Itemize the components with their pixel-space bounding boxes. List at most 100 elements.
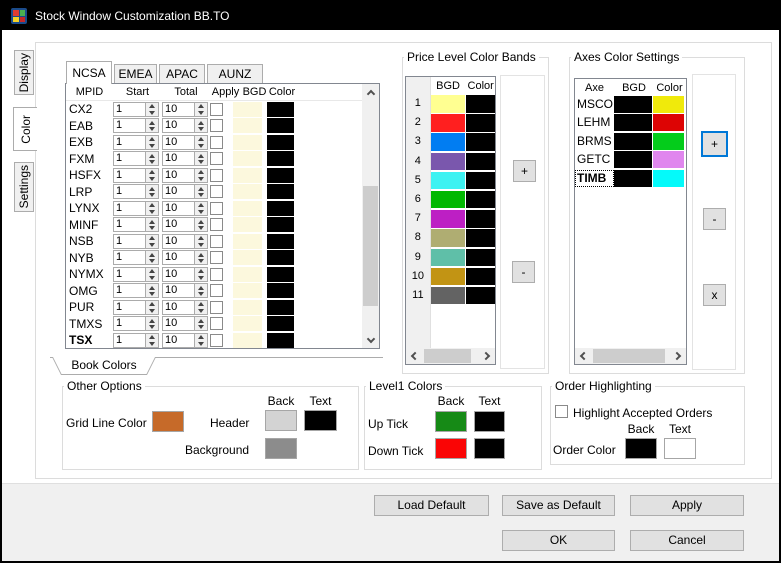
spinner-down-button[interactable] — [195, 258, 207, 265]
apply-checkbox[interactable] — [210, 234, 223, 248]
start-value[interactable]: 1 — [114, 202, 145, 215]
band-bgd-swatch[interactable] — [430, 210, 466, 228]
start-spinner[interactable]: 1 — [113, 200, 159, 216]
axes-row[interactable]: BRMS — [575, 132, 686, 151]
start-spinner[interactable]: 1 — [113, 217, 159, 233]
spinner-down-button[interactable] — [195, 208, 207, 215]
bgd-color-swatch[interactable] — [233, 283, 262, 299]
tab-color[interactable]: Color — [13, 107, 37, 151]
tab-region-apac[interactable]: APAC — [159, 64, 205, 84]
apply-checkbox[interactable] — [210, 102, 223, 116]
total-spinner[interactable]: 10 — [162, 134, 208, 150]
spinner-down-button[interactable] — [195, 241, 207, 248]
band-bgd-swatch[interactable] — [430, 152, 466, 171]
start-spinner[interactable]: 1 — [113, 332, 159, 348]
text-color-swatch[interactable] — [267, 217, 294, 233]
apply-checkbox[interactable] — [210, 152, 223, 166]
band-bgd-swatch[interactable] — [430, 95, 466, 113]
axe-bgd-swatch[interactable] — [614, 151, 652, 169]
table-row[interactable]: LYNX 1 10 — [66, 200, 362, 217]
axe-color-swatch[interactable] — [653, 151, 684, 169]
start-value[interactable]: 1 — [114, 284, 145, 297]
text-color-swatch[interactable] — [267, 184, 294, 200]
spinner-down-button[interactable] — [146, 126, 158, 133]
bgd-color-swatch[interactable] — [233, 101, 262, 117]
down-tick-back-swatch[interactable] — [435, 438, 467, 459]
total-spinner[interactable]: 10 — [162, 118, 208, 134]
scroll-right-button[interactable] — [670, 348, 686, 364]
spinner-down-button[interactable] — [146, 324, 158, 331]
band-color-swatch[interactable] — [466, 95, 495, 113]
spinner-down-button[interactable] — [195, 142, 207, 149]
axes-hscrollbar[interactable] — [575, 348, 686, 364]
total-spinner[interactable]: 10 — [162, 184, 208, 200]
header-back-swatch[interactable] — [265, 410, 297, 431]
start-spinner[interactable]: 1 — [113, 233, 159, 249]
axe-label[interactable]: TIMB — [575, 169, 614, 187]
axes-row[interactable]: TIMB — [575, 169, 686, 188]
spinner-down-button[interactable] — [195, 126, 207, 133]
grid-line-color-swatch[interactable] — [152, 411, 184, 432]
band-bgd-swatch[interactable] — [430, 267, 466, 286]
tab-display[interactable]: Display — [14, 50, 34, 95]
axe-label[interactable]: GETC — [575, 151, 614, 168]
band-bgd-swatch[interactable] — [430, 133, 466, 151]
scroll-down-button[interactable] — [362, 331, 379, 348]
total-value[interactable]: 10 — [163, 235, 194, 248]
spinner-down-button[interactable] — [146, 192, 158, 199]
total-value[interactable]: 10 — [163, 119, 194, 132]
band-color-swatch[interactable] — [466, 210, 495, 228]
down-tick-text-swatch[interactable] — [474, 438, 505, 459]
spinner-down-button[interactable] — [146, 241, 158, 248]
start-value[interactable]: 1 — [114, 334, 145, 347]
table-row[interactable]: EXB 1 10 — [66, 134, 362, 151]
text-color-swatch[interactable] — [267, 101, 294, 117]
table-row[interactable]: HSFX 1 10 — [66, 167, 362, 184]
spinner-down-button[interactable] — [195, 159, 207, 166]
tab-region-ncsa[interactable]: NCSA — [66, 61, 112, 84]
spinner-down-button[interactable] — [195, 291, 207, 298]
start-spinner[interactable]: 1 — [113, 101, 159, 117]
text-color-swatch[interactable] — [267, 332, 294, 348]
total-spinner[interactable]: 10 — [162, 332, 208, 348]
table-row[interactable]: CX2 1 10 — [66, 101, 362, 118]
start-spinner[interactable]: 1 — [113, 118, 159, 134]
start-value[interactable]: 1 — [114, 317, 145, 330]
band-color-swatch[interactable] — [466, 152, 495, 171]
total-value[interactable]: 10 — [163, 251, 194, 264]
remove-band-button[interactable]: - — [512, 261, 535, 283]
band-bgd-swatch[interactable] — [430, 190, 466, 209]
table-row[interactable]: TSX 1 10 — [66, 332, 362, 348]
scrollbar-thumb[interactable] — [593, 349, 665, 363]
axes-row[interactable]: LEHM — [575, 114, 686, 132]
band-color-swatch[interactable] — [466, 286, 495, 305]
apply-checkbox[interactable] — [210, 201, 223, 215]
axe-bgd-swatch[interactable] — [614, 132, 652, 150]
spinner-down-button[interactable] — [195, 274, 207, 281]
table-row[interactable]: TMXS 1 10 — [66, 316, 362, 333]
spinner-down-button[interactable] — [146, 142, 158, 149]
start-spinner[interactable]: 1 — [113, 316, 159, 332]
start-value[interactable]: 1 — [114, 169, 145, 182]
spinner-down-button[interactable] — [195, 340, 207, 347]
spinner-down-button[interactable] — [195, 225, 207, 232]
text-color-swatch[interactable] — [267, 283, 294, 299]
total-value[interactable]: 10 — [163, 218, 194, 231]
bgd-color-swatch[interactable] — [233, 151, 262, 167]
start-value[interactable]: 1 — [114, 103, 145, 116]
spinner-down-button[interactable] — [146, 175, 158, 182]
apply-checkbox[interactable] — [210, 119, 223, 133]
table-row[interactable]: NSB 1 10 — [66, 233, 362, 250]
load-default-button[interactable]: Load Default — [374, 495, 489, 516]
price-band-row[interactable]: 10 — [406, 267, 495, 287]
price-band-row[interactable]: 4 — [406, 152, 495, 172]
band-bgd-swatch[interactable] — [430, 171, 466, 190]
start-value[interactable]: 1 — [114, 251, 145, 264]
table-row[interactable]: OMG 1 10 — [66, 283, 362, 300]
axe-bgd-swatch[interactable] — [614, 96, 652, 113]
apply-checkbox[interactable] — [210, 251, 223, 265]
apply-checkbox[interactable] — [210, 168, 223, 182]
price-bands-hscrollbar[interactable] — [406, 348, 495, 364]
total-value[interactable]: 10 — [163, 103, 194, 116]
total-spinner[interactable]: 10 — [162, 167, 208, 183]
